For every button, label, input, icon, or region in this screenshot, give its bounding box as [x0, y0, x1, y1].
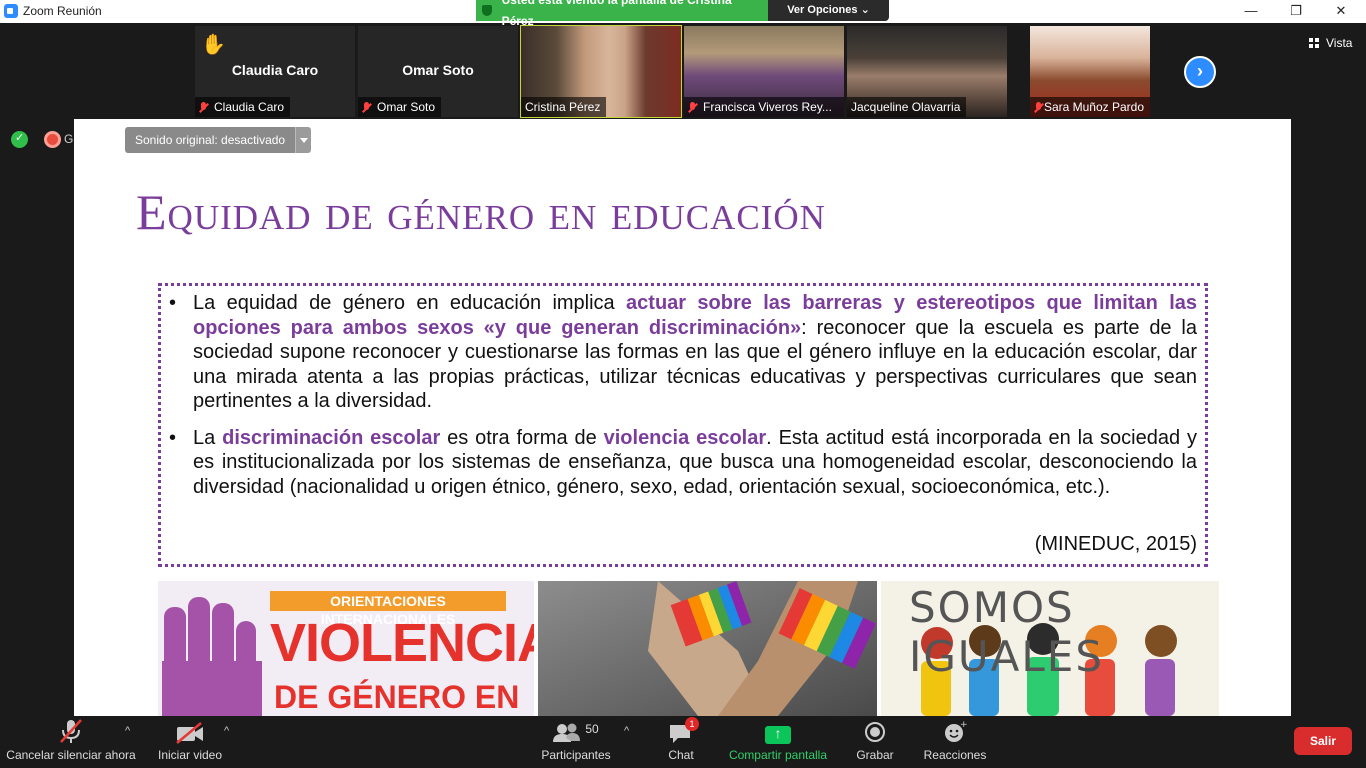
- shield-icon: [482, 5, 492, 16]
- poster-image: ORIENTACIONES INTERNACIONALES VIOLENCIA …: [158, 581, 534, 716]
- maximize-button[interactable]: ❐: [1273, 0, 1319, 23]
- view-button-label: Vista: [1326, 36, 1353, 50]
- chevron-right-icon[interactable]: ›: [1184, 56, 1216, 88]
- participant-tile[interactable]: ✋ Claudia Caro Claudia Caro: [195, 26, 355, 117]
- participants-icon: [553, 723, 581, 742]
- mic-muted-icon: [60, 719, 82, 743]
- share-screen-button[interactable]: Compartir pantalla: [726, 716, 830, 768]
- participant-label: Omar Soto: [377, 100, 436, 114]
- share-status: Usted está viendo la pantalla de Cristin…: [476, 0, 768, 28]
- somos-iguales-image: SOMOS IGUALES: [881, 581, 1219, 716]
- shared-screen: Sonido original: desactivado Equidad de …: [74, 119, 1291, 716]
- participant-name-bar: Cristina Pérez: [521, 97, 607, 117]
- unmute-button[interactable]: Cancelar silenciar ahora: [6, 716, 136, 768]
- citation: (MINEDUC, 2015): [1034, 532, 1197, 555]
- somos-iguales-text: SOMOS IGUALES: [909, 583, 1105, 681]
- participant-name-bar: Francisca Viveros Rey...: [684, 97, 844, 117]
- screen-share-banner: Usted está viendo la pantalla de Cristin…: [476, 0, 889, 28]
- participant-big-name: Omar Soto: [402, 62, 474, 78]
- leave-meeting-button[interactable]: Salir: [1294, 727, 1352, 755]
- reactions-button[interactable]: + Reacciones: [922, 716, 988, 768]
- share-screen-label: Compartir pantalla: [728, 748, 828, 762]
- bullet-text: La equidad de género en educación implic…: [193, 292, 627, 314]
- participant-label: Sara Muñoz Pardo: [1043, 100, 1144, 114]
- minimize-button[interactable]: —: [1228, 0, 1274, 23]
- view-button[interactable]: Vista: [1309, 36, 1352, 50]
- original-sound-control[interactable]: Sonido original: desactivado: [125, 127, 312, 153]
- slide-title: Equidad de género en educación: [136, 184, 826, 240]
- smiley-add-icon: +: [945, 720, 967, 742]
- security-shield-icon[interactable]: [11, 131, 28, 148]
- bullet-highlight: violencia escolar: [603, 426, 767, 449]
- video-options-caret[interactable]: ^: [224, 725, 229, 737]
- participant-tile[interactable]: Sara Muñoz Pardo: [1030, 26, 1150, 117]
- mic-muted-icon: [1034, 101, 1041, 113]
- bullet-item: La equidad de género en educación implic…: [169, 291, 1197, 414]
- participant-name-bar: Omar Soto: [358, 97, 442, 117]
- recording-icon[interactable]: [44, 131, 61, 148]
- original-sound-label[interactable]: Sonido original: desactivado: [125, 127, 296, 153]
- participant-tile[interactable]: Cristina Pérez: [520, 25, 682, 118]
- close-button[interactable]: ✕: [1318, 0, 1364, 23]
- participant-label: Jacqueline Olavarria: [851, 100, 961, 114]
- participant-big-name: Claudia Caro: [231, 62, 319, 78]
- participant-label: Francisca Viveros Rey...: [703, 100, 832, 114]
- participant-tile[interactable]: Francisca Viveros Rey...: [684, 26, 844, 117]
- grid-icon: [1309, 38, 1320, 48]
- slide-text-box: La equidad de género en educación implic…: [158, 283, 1208, 567]
- mic-muted-icon: [688, 101, 697, 113]
- recording-label: G: [64, 132, 74, 146]
- unmute-label: Cancelar silenciar ahora: [6, 748, 136, 762]
- participant-label: Cristina Pérez: [525, 100, 601, 114]
- bullet-item: La discriminación escolar es otra forma …: [169, 426, 1197, 500]
- video-off-icon: [176, 722, 203, 744]
- mic-muted-icon: [362, 101, 371, 113]
- start-video-button[interactable]: Iniciar video: [150, 716, 230, 768]
- reactions-label: Reacciones: [923, 748, 987, 762]
- participant-label: Claudia Caro: [214, 100, 285, 114]
- bullet-text: La: [193, 426, 223, 449]
- view-options-button[interactable]: Ver Opciones ⌄: [768, 0, 889, 21]
- record-label: Grabar: [856, 748, 894, 762]
- poster-sub-text: DE GÉNERO EN EL: [274, 679, 520, 716]
- bullet-highlight: discriminación escolar: [222, 426, 441, 449]
- record-icon: [865, 722, 885, 742]
- meeting-toolbar: Cancelar silenciar ahora ^ Iniciar video…: [0, 716, 1366, 768]
- mic-muted-icon: [199, 101, 208, 113]
- participants-count: 50: [585, 722, 599, 736]
- audio-options-caret[interactable]: ^: [125, 725, 130, 737]
- participant-tile[interactable]: Omar Soto Omar Soto: [358, 26, 518, 117]
- svg-text:+: +: [960, 720, 967, 730]
- wristbands-graphic: [538, 581, 877, 716]
- raised-hand-icon: ✋: [201, 34, 226, 56]
- participant-name-bar: Claudia Caro: [195, 97, 291, 117]
- record-button[interactable]: Grabar: [850, 716, 900, 768]
- wristbands-photo: [538, 581, 877, 716]
- chat-button[interactable]: 1 Chat: [656, 716, 706, 768]
- share-screen-icon: [765, 725, 791, 744]
- participant-name-bar: Sara Muñoz Pardo: [1030, 97, 1150, 117]
- participants-label: Participantes: [541, 748, 611, 762]
- chevron-down-icon[interactable]: [295, 127, 312, 153]
- bullet-text: es otra forma de: [440, 426, 604, 449]
- chat-unread-badge: 1: [685, 717, 699, 731]
- zoom-app-icon: [4, 4, 18, 18]
- participant-tile[interactable]: Jacqueline Olavarria: [847, 26, 1007, 117]
- participants-button[interactable]: 50 Participantes: [535, 716, 617, 768]
- poster-big-text: VIOLENCIA: [270, 613, 534, 673]
- start-video-label: Iniciar video: [157, 748, 223, 762]
- chat-label: Chat: [668, 748, 694, 762]
- window-title: Zoom Reunión: [23, 4, 102, 18]
- participant-name-bar: Jacqueline Olavarria: [847, 97, 967, 117]
- participants-options-caret[interactable]: ^: [624, 725, 629, 737]
